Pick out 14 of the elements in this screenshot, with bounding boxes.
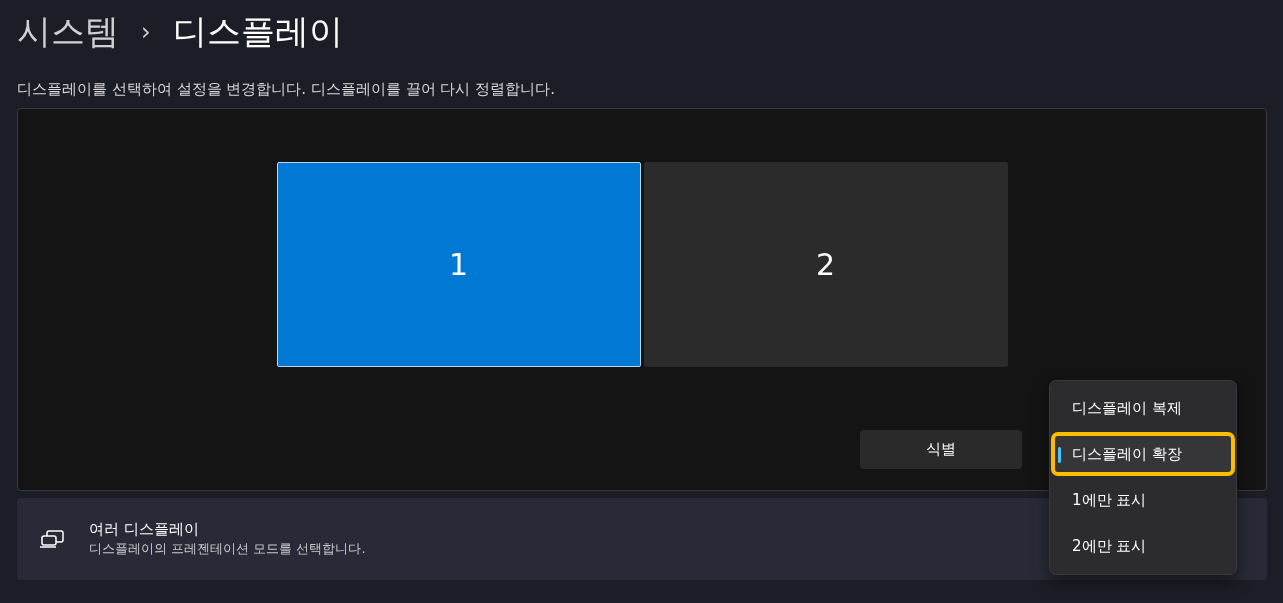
display-tile[interactable]: 2 [643,162,1008,367]
setting-title: 여러 디스플레이 [89,520,200,539]
identify-button[interactable]: 식별 [860,430,1022,469]
menu-item[interactable]: 디스플레이 복제 [1054,389,1232,428]
multiple-displays-icon [39,529,65,549]
page-title: 디스플레이 [172,10,343,53]
menu-item[interactable]: 디스플레이 확장 [1054,435,1232,474]
breadcrumb-separator: › [141,18,151,46]
setting-subtitle: 디스플레이의 프레젠테이션 모드를 선택합니다. [89,540,366,558]
selection-indicator [1058,447,1061,464]
display-tile[interactable]: 1 [276,162,641,367]
description-text: 디스플레이를 선택하여 설정을 변경합니다. 디스플레이를 끌어 다시 정렬합니다. [17,79,556,100]
menu-item[interactable]: 2에만 표시 [1054,527,1232,566]
breadcrumb-parent[interactable]: 시스템 [17,9,119,55]
